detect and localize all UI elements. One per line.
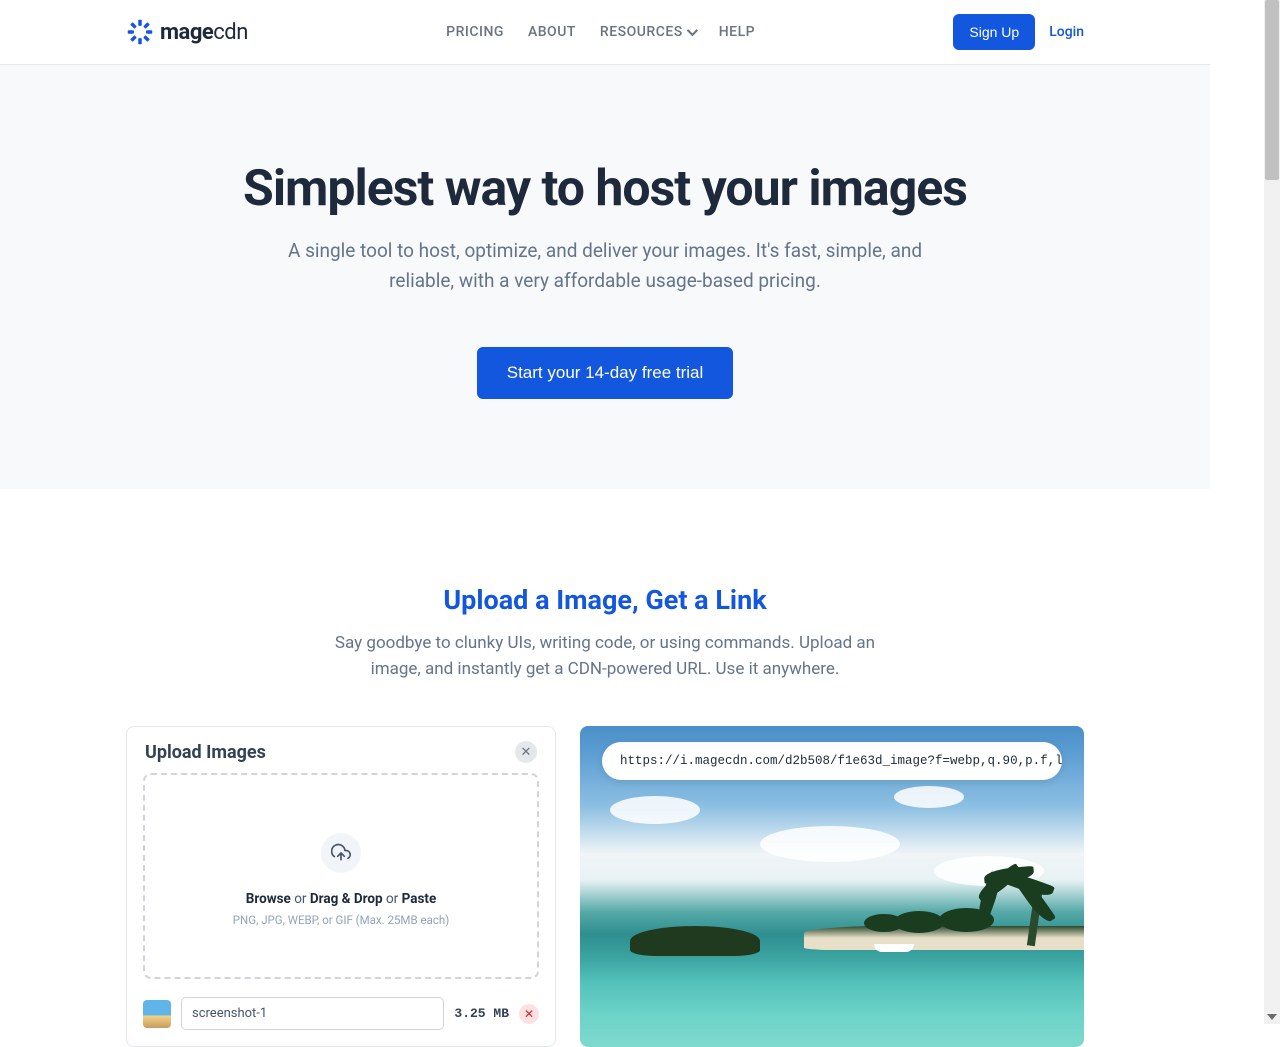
login-link[interactable]: Login bbox=[1049, 24, 1084, 40]
dropzone[interactable]: Browse or Drag & Drop or Paste PNG, JPG,… bbox=[143, 773, 539, 979]
header: magecdn PRICING ABOUT RESOURCES HELP Sig… bbox=[0, 0, 1210, 65]
nav-resources[interactable]: RESOURCES bbox=[600, 24, 695, 40]
section-title: Upload a Image, Get a Link bbox=[126, 584, 1084, 616]
dropzone-formats: PNG, JPG, WEBP, or GIF (Max. 25MB each) bbox=[165, 913, 517, 927]
demo-row: Upload Images ✕ Browse or Drag & Drop or… bbox=[126, 726, 1084, 1047]
nav: PRICING ABOUT RESOURCES HELP bbox=[446, 24, 755, 40]
section-subtitle: Say goodbye to clunky UIs, writing code,… bbox=[325, 630, 885, 683]
hero: Simplest way to host your images A singl… bbox=[0, 65, 1210, 489]
logo-icon bbox=[126, 18, 154, 46]
chevron-down-icon bbox=[687, 25, 698, 36]
upload-card-title: Upload Images bbox=[145, 742, 266, 763]
nav-help[interactable]: HELP bbox=[719, 24, 755, 40]
close-icon[interactable]: ✕ bbox=[515, 741, 537, 763]
hero-cta-button[interactable]: Start your 14-day free trial bbox=[477, 347, 734, 399]
cloud-decoration bbox=[894, 786, 964, 808]
upload-section: Upload a Image, Get a Link Say goodbye t… bbox=[0, 489, 1210, 1047]
header-actions: Sign Up Login bbox=[953, 14, 1084, 50]
file-name-input[interactable] bbox=[181, 997, 444, 1030]
scrollbar[interactable] bbox=[1264, 0, 1280, 1024]
nav-pricing[interactable]: PRICING bbox=[446, 24, 504, 40]
scroll-down-icon[interactable] bbox=[1267, 1014, 1277, 1020]
preview-panel: https://i.magecdn.com/d2b508/f1e63d_imag… bbox=[580, 726, 1084, 1047]
signup-button[interactable]: Sign Up bbox=[953, 14, 1035, 50]
scrollbar-thumb[interactable] bbox=[1265, 0, 1279, 180]
cloud-upload-icon bbox=[321, 833, 361, 873]
nav-about[interactable]: ABOUT bbox=[528, 24, 576, 40]
dropzone-text: Browse or Drag & Drop or Paste bbox=[165, 891, 517, 907]
hero-subtitle: A single tool to host, optimize, and del… bbox=[285, 236, 925, 297]
cloud-decoration bbox=[610, 796, 700, 824]
upload-card-header: Upload Images ✕ bbox=[127, 727, 555, 773]
logo-text: magecdn bbox=[160, 20, 248, 45]
palm-decoration bbox=[959, 846, 1069, 946]
file-row: 3.25 MB ✕ bbox=[143, 997, 539, 1030]
cdn-url-display[interactable]: https://i.magecdn.com/d2b508/f1e63d_imag… bbox=[602, 742, 1062, 780]
boat-decoration bbox=[874, 944, 914, 952]
file-size: 3.25 MB bbox=[454, 1006, 509, 1021]
cloud-decoration bbox=[760, 826, 900, 862]
remove-file-icon[interactable]: ✕ bbox=[519, 1004, 539, 1024]
upload-card: Upload Images ✕ Browse or Drag & Drop or… bbox=[126, 726, 556, 1047]
logo[interactable]: magecdn bbox=[126, 18, 248, 46]
nav-resources-label: RESOURCES bbox=[600, 24, 683, 40]
upload-card-body: Browse or Drag & Drop or Paste PNG, JPG,… bbox=[127, 773, 555, 1046]
hero-title: Simplest way to host your images bbox=[0, 160, 1210, 218]
island-decoration bbox=[630, 926, 760, 956]
